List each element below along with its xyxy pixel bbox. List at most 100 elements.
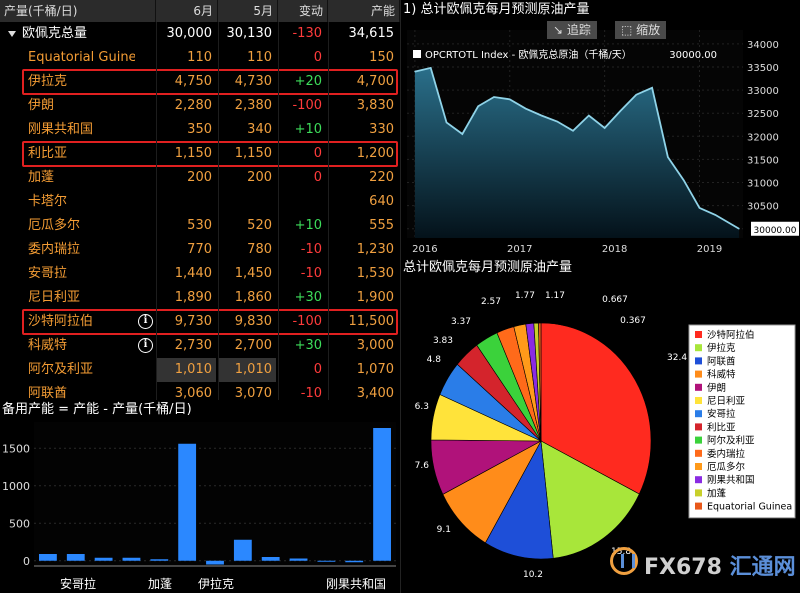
pie-value-label: 3.37	[451, 317, 471, 327]
expand-triangle-icon[interactable]	[8, 31, 16, 37]
legend-item[interactable]: 安哥拉	[707, 408, 736, 420]
value-may: 1,010	[218, 358, 276, 382]
table-row-total[interactable]: 欧佩克总量 30,000 30,130 -130 34,615	[0, 22, 400, 46]
legend-swatch	[695, 331, 702, 338]
value-change: +30	[294, 290, 322, 305]
spare-capacity-chart: 1500 1000 500 0 安哥拉 加蓬 伊拉克 刚果共和国	[2, 422, 396, 591]
legend-item[interactable]: 伊拉克	[707, 342, 736, 354]
header-change[interactable]: 变动	[278, 0, 328, 22]
value-capacity: 1,530	[356, 266, 394, 281]
x-tick-label: 2016	[412, 244, 437, 255]
country-name: 伊朗	[28, 98, 55, 113]
bar	[345, 560, 364, 563]
header-june[interactable]: 6月	[156, 0, 218, 22]
track-icon: ↘	[553, 23, 567, 37]
legend-item[interactable]: 加蓬	[707, 487, 727, 499]
y-tick-label: 33000	[747, 86, 779, 97]
column-divider	[278, 22, 279, 400]
table-row[interactable]: 尼日利亚 1,890 1,860 +30 1,900	[0, 286, 400, 310]
country-name: 利比亚	[28, 146, 68, 161]
value-change: -100	[292, 314, 322, 329]
legend-item[interactable]: 阿尔及利亚	[707, 435, 755, 447]
legend-item[interactable]: 尼日利亚	[707, 395, 746, 407]
table-row[interactable]: 加蓬 200 200 0 220	[0, 166, 400, 190]
legend-swatch	[695, 502, 702, 510]
x-category-label: 安哥拉	[60, 576, 96, 591]
value-capacity: 1,900	[356, 290, 394, 305]
header-may[interactable]: 5月	[218, 0, 278, 22]
info-icon[interactable]: i	[138, 314, 153, 329]
table-row[interactable]: 伊拉克 4,750 4,730 +20 4,700	[0, 70, 400, 94]
legend-item[interactable]: 沙特阿拉伯	[707, 329, 755, 341]
header-production[interactable]: 产量(千桶/日)	[0, 0, 156, 22]
data-point	[556, 120, 558, 123]
data-point	[461, 133, 463, 135]
value-capacity: 150	[369, 50, 394, 65]
logo-text-a: FX678	[644, 555, 722, 580]
production-table: 产量(千桶/日) 6月 5月 变动 产能 欧佩克总量 30,000 30,130 -1…	[0, 0, 400, 401]
zoom-icon: ⬚	[621, 23, 637, 37]
table-row[interactable]: 利比亚 1,150 1,150 0 1,200	[0, 142, 400, 166]
bar	[150, 559, 169, 561]
value-may	[218, 190, 276, 214]
info-icon[interactable]: i	[138, 338, 153, 353]
y-tick-label: 32000	[747, 132, 779, 143]
value-capacity: 3,000	[356, 338, 394, 353]
legend-item[interactable]: 科威特	[707, 369, 736, 381]
table-row[interactable]: 科威特 i 2,730 2,700 +30 3,000	[0, 334, 400, 358]
country-name: 阿尔及利亚	[28, 362, 94, 377]
legend-item[interactable]: 阿联酋	[707, 355, 736, 367]
value-may: 110	[247, 50, 272, 65]
bar	[39, 554, 57, 561]
value-june: 1,010	[156, 358, 216, 382]
table-row[interactable]: 沙特阿拉伯 i 9,730 9,830 -100 11,500	[0, 310, 400, 334]
header-capacity[interactable]: 产能	[328, 0, 400, 22]
data-point	[714, 214, 716, 216]
table-row[interactable]: Equatorial Guine 110 110 0 150	[0, 46, 400, 70]
legend-swatch	[695, 436, 702, 444]
value-change: +20	[294, 74, 322, 89]
table-row[interactable]: 委内瑞拉 770 780 -10 1,230	[0, 238, 400, 262]
country-name: 伊拉克	[28, 74, 68, 89]
legend-swatch	[695, 449, 702, 457]
table-row[interactable]: 安哥拉 1,440 1,450 -10 1,530	[0, 262, 400, 286]
country-name: 沙特阿拉伯	[28, 314, 94, 329]
value-may: 780	[247, 242, 272, 257]
table-row[interactable]: 阿尔及利亚 1,010 1,010 0 1,070	[0, 358, 400, 382]
value-change: 0	[313, 50, 322, 65]
bar	[233, 539, 252, 561]
line-chart-title: 1) 总计欧佩克每月预测原油产量	[403, 2, 590, 17]
legend-item[interactable]: 厄瓜多尔	[707, 461, 746, 473]
y-tick-label: 31500	[747, 155, 779, 166]
legend-item[interactable]: 刚果共和国	[707, 475, 755, 486]
legend-swatch	[695, 357, 702, 365]
data-point	[604, 127, 606, 129]
table-row[interactable]: 刚果共和国 350 340 +10 330	[0, 118, 400, 142]
pie-value-label: 9.1	[437, 525, 451, 535]
legend-item[interactable]: 委内瑞拉	[707, 448, 746, 460]
spare-capacity-chart-panel: 1500 1000 500 0 安哥拉 加蓬 伊拉克 刚果共和国 备用产能 = 产能 - 产量…	[0, 400, 400, 593]
legend-item[interactable]: Equatorial Guinea	[707, 502, 792, 513]
data-point	[651, 87, 653, 89]
table-row[interactable]: 伊朗 2,280 2,380 -100 3,830	[0, 94, 400, 118]
pie-value-label: 2.57	[481, 297, 501, 307]
value-may: 340	[247, 122, 272, 137]
legend-item[interactable]: 伊朗	[707, 382, 726, 394]
info-cell: i	[136, 334, 154, 358]
table-row[interactable]: 厄瓜多尔 530 520 +10 555	[0, 214, 400, 238]
value-change: +10	[294, 122, 322, 137]
data-point	[698, 207, 701, 209]
table-row[interactable]: 卡塔尔 640	[0, 190, 400, 214]
legend-swatch	[695, 489, 702, 497]
legend-item[interactable]: 利比亚	[707, 421, 736, 433]
y-tick-label: 32500	[747, 109, 779, 120]
legend-swatch	[695, 344, 702, 352]
country-name: 卡塔尔	[28, 194, 68, 209]
legend-swatch	[695, 463, 702, 470]
zoom-button[interactable]: ⬚ 缩放	[615, 21, 667, 39]
country-name: 科威特	[28, 338, 68, 353]
country-name: 厄瓜多尔	[28, 218, 81, 233]
track-button[interactable]: ↘ 追踪	[547, 21, 597, 39]
value-capacity: 4,700	[356, 74, 394, 89]
x-tick-label: 2018	[602, 244, 627, 255]
